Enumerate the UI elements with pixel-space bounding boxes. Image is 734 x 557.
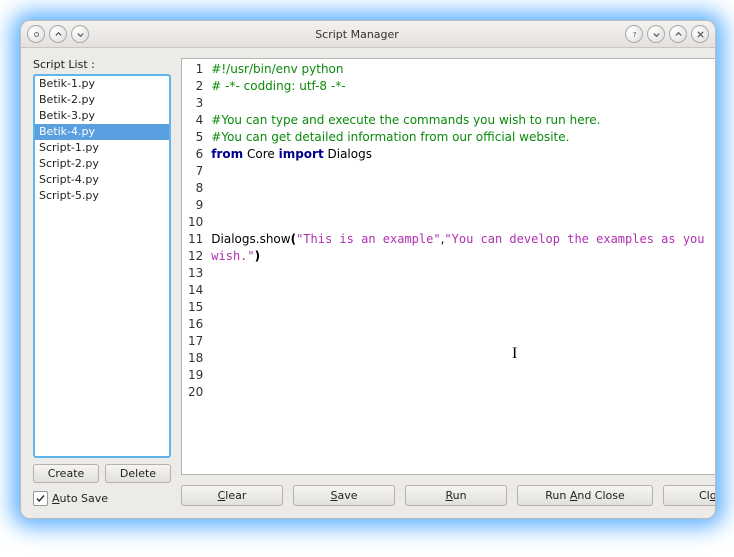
script-list-item[interactable]: Script-4.py <box>35 172 169 188</box>
run-and-close-button[interactable]: Run And Close <box>517 485 653 506</box>
minimize-icon[interactable] <box>647 25 665 43</box>
create-button[interactable]: Create <box>33 464 99 483</box>
autosave-checkbox[interactable] <box>33 491 48 506</box>
body: Script List : Betik-1.pyBetik-2.pyBetik-… <box>21 48 715 518</box>
script-list-item[interactable]: Script-1.py <box>35 140 169 156</box>
titlebar-menu-icon[interactable] <box>27 25 45 43</box>
script-list[interactable]: Betik-1.pyBetik-2.pyBetik-3.pyBetik-4.py… <box>33 74 171 458</box>
line-gutter: 1234567891011121314151617181920 <box>182 59 207 474</box>
autosave-label: Auto Save <box>52 492 108 505</box>
titlebar-rollup-icon[interactable] <box>49 25 67 43</box>
svg-text:?: ? <box>632 30 636 39</box>
sidebar: Script List : Betik-1.pyBetik-2.pyBetik-… <box>33 58 171 506</box>
footer-buttons: Clear Save Run Run And Close Close <box>181 485 716 506</box>
window: Script Manager ? Script List : Betik-1.p… <box>20 20 716 519</box>
save-button[interactable]: Save <box>293 485 395 506</box>
window-title: Script Manager <box>89 28 625 41</box>
clear-button[interactable]: Clear <box>181 485 283 506</box>
script-list-label: Script List : <box>33 58 171 71</box>
titlebar: Script Manager ? <box>21 21 715 48</box>
script-list-item[interactable]: Betik-1.py <box>35 76 169 92</box>
close-button[interactable]: Close <box>663 485 716 506</box>
script-list-item[interactable]: Script-2.py <box>35 156 169 172</box>
maximize-icon[interactable] <box>669 25 687 43</box>
script-list-item[interactable]: Betik-4.py <box>35 124 169 140</box>
script-list-item[interactable]: Script-5.py <box>35 188 169 204</box>
autosave-row[interactable]: Auto Save <box>33 491 171 506</box>
code-area[interactable]: #!/usr/bin/env python# -*- codding: utf-… <box>207 59 716 474</box>
help-icon[interactable]: ? <box>625 25 643 43</box>
editor-column: 1234567891011121314151617181920 #!/usr/b… <box>181 58 716 506</box>
titlebar-rolldown-icon[interactable] <box>71 25 89 43</box>
code-editor[interactable]: 1234567891011121314151617181920 #!/usr/b… <box>181 58 716 475</box>
run-button[interactable]: Run <box>405 485 507 506</box>
script-list-item[interactable]: Betik-2.py <box>35 92 169 108</box>
script-list-item[interactable]: Betik-3.py <box>35 108 169 124</box>
close-icon[interactable] <box>691 25 709 43</box>
delete-button[interactable]: Delete <box>105 464 171 483</box>
